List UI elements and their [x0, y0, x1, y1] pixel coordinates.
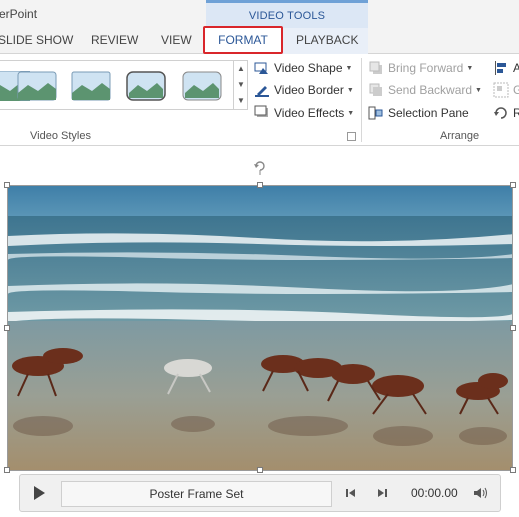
resize-handle[interactable]: [257, 182, 263, 188]
app-title: erPoint: [0, 7, 38, 21]
beach-horses-video-image: [8, 186, 512, 470]
align-button[interactable]: Al: [493, 58, 519, 78]
video-player-bar: Poster Frame Set 00:00.00: [19, 474, 501, 512]
selection-pane-icon: [368, 105, 384, 121]
tab-format[interactable]: FORMAT: [203, 26, 283, 54]
video-effects-button[interactable]: Video Effects ▼: [254, 103, 354, 123]
chevron-down-icon: ▼: [475, 86, 482, 94]
video-style-thumb[interactable]: [17, 71, 57, 101]
tab-playback[interactable]: PLAYBACK: [296, 33, 358, 47]
tab-format-label: FORMAT: [218, 33, 268, 47]
bring-forward-icon: [368, 60, 384, 76]
resize-handle[interactable]: [510, 325, 516, 331]
group-separator: [361, 58, 362, 142]
resize-handle[interactable]: [4, 182, 10, 188]
video-border-icon: [254, 82, 270, 98]
arrange-group-label: Arrange: [440, 130, 480, 142]
playback-time: 00:00.00: [411, 486, 458, 500]
send-backward-icon: [368, 82, 384, 98]
tab-view[interactable]: VIEW: [161, 33, 192, 47]
resize-handle[interactable]: [510, 182, 516, 188]
context-tab-group-label: VIDEO TOOLS: [248, 10, 326, 22]
poster-frame-status: Poster Frame Set: [61, 481, 332, 507]
rotate-button[interactable]: Ro: [493, 103, 519, 123]
selection-pane-button[interactable]: Selection Pane: [368, 103, 469, 123]
align-icon: [493, 60, 509, 76]
video-shape-button[interactable]: Video Shape ▼: [254, 58, 352, 78]
powerpoint-window: erPoint VIDEO TOOLS SLIDE SHOW REVIEW VI…: [0, 0, 519, 517]
gallery-scroll-down-icon[interactable]: ▼: [234, 77, 248, 93]
bring-forward-button[interactable]: Bring Forward ▼: [368, 58, 473, 78]
chevron-down-icon: ▼: [345, 64, 353, 72]
ribbon: ▲ ▼ ▼ Video Shape ▼ Video Border ▼ Video…: [0, 54, 519, 146]
video-effects-icon: [254, 105, 270, 121]
gallery-scroll-up-icon[interactable]: ▲: [234, 61, 248, 77]
context-tab-group: VIDEO TOOLS: [206, 0, 368, 28]
resize-handle[interactable]: [257, 467, 263, 473]
resize-handle[interactable]: [4, 467, 10, 473]
chevron-down-icon: ▼: [346, 86, 354, 94]
send-backward-button[interactable]: Send Backward ▼: [368, 80, 482, 100]
video-style-thumb[interactable]: [126, 71, 166, 101]
gallery-scroll: ▲ ▼ ▼: [233, 61, 247, 109]
chevron-down-icon: ▼: [466, 64, 474, 72]
group-icon: [493, 82, 509, 98]
play-icon[interactable]: [30, 484, 48, 502]
video-border-button[interactable]: Video Border ▼: [254, 80, 354, 100]
rotate-handle-icon[interactable]: [253, 159, 267, 178]
slide-canvas: Poster Frame Set 00:00.00: [0, 146, 519, 517]
video-style-thumb[interactable]: [182, 71, 222, 101]
tab-review[interactable]: REVIEW: [91, 33, 138, 47]
video-styles-gallery: ▲ ▼ ▼: [0, 60, 248, 110]
video-frame[interactable]: [7, 185, 513, 471]
video-style-thumb[interactable]: [71, 71, 111, 101]
rotate-icon: [493, 105, 509, 121]
dialog-launcher-icon[interactable]: [347, 132, 356, 141]
tab-slide-show[interactable]: SLIDE SHOW: [0, 33, 73, 47]
step-forward-icon[interactable]: [375, 486, 389, 500]
video-shape-icon: [254, 60, 270, 76]
video-styles-group-label: Video Styles: [30, 130, 91, 142]
chevron-down-icon: ▼: [347, 109, 355, 117]
title-bar: erPoint VIDEO TOOLS: [0, 0, 519, 28]
volume-icon[interactable]: [473, 486, 489, 500]
step-back-icon[interactable]: [344, 486, 358, 500]
gallery-more-icon[interactable]: ▼: [234, 93, 248, 109]
resize-handle[interactable]: [510, 467, 516, 473]
resize-handle[interactable]: [4, 325, 10, 331]
group-button[interactable]: Gr: [493, 80, 519, 100]
